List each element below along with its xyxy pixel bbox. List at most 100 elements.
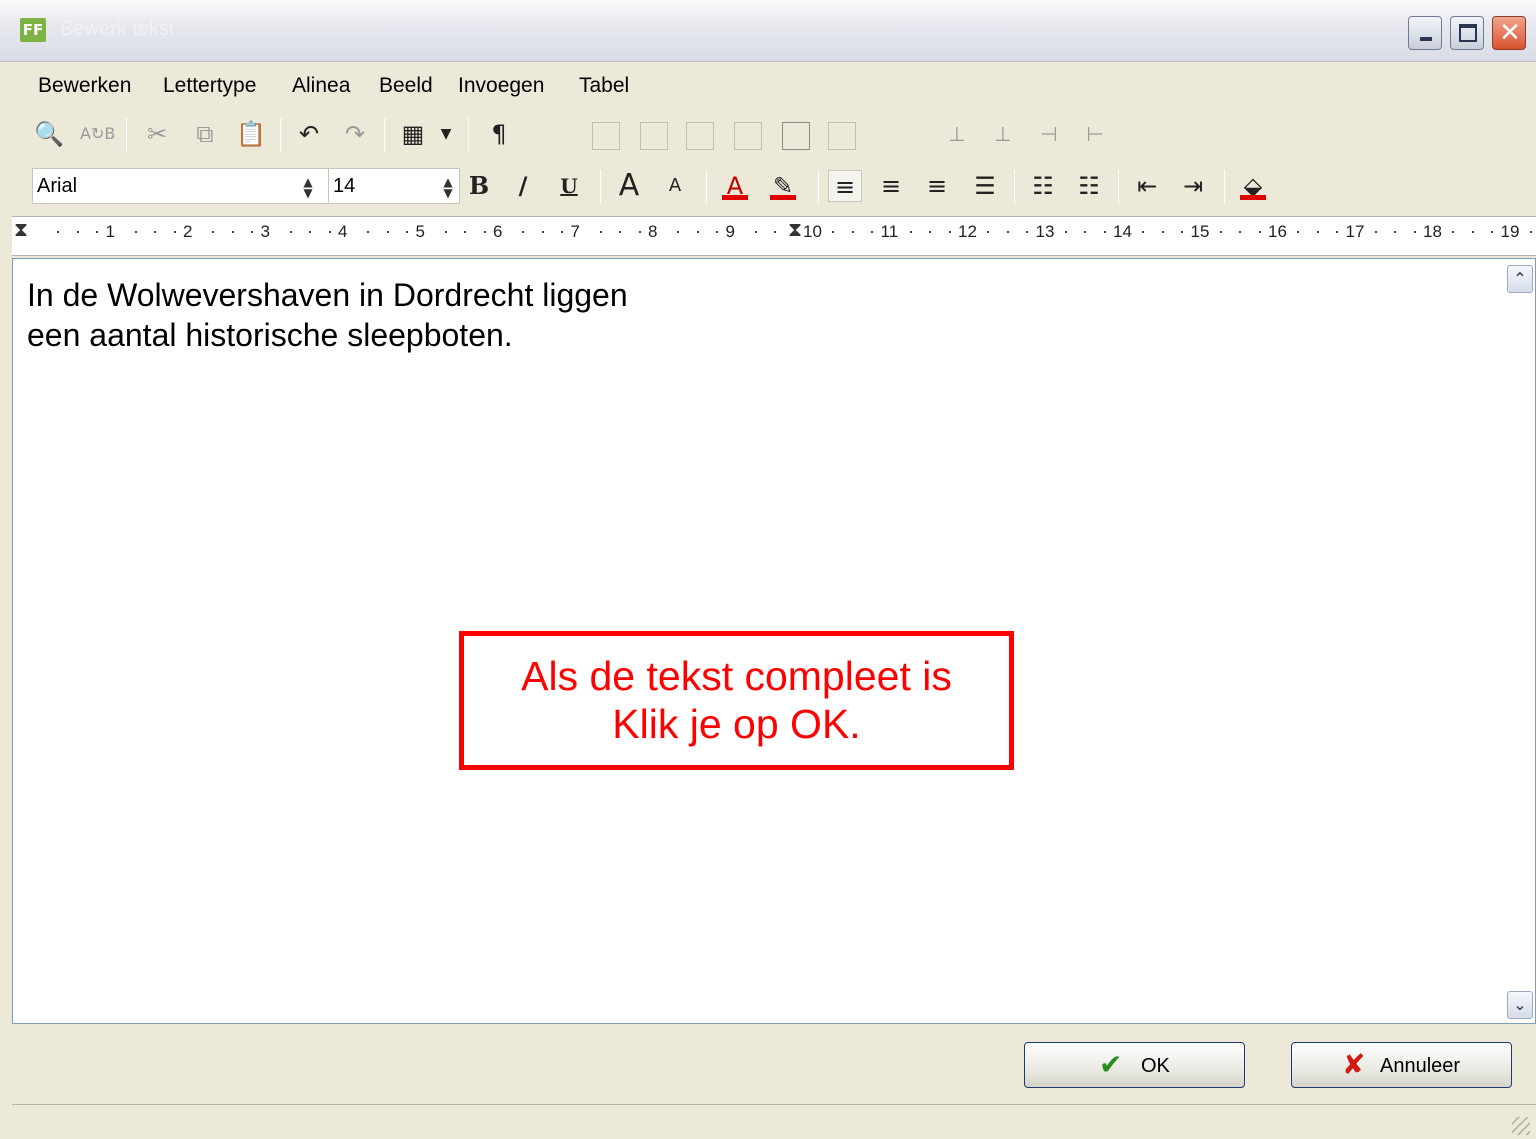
- menu-bar: Bewerken Lettertype Alinea Beeld Invoege…: [12, 66, 1536, 108]
- scroll-down-icon[interactable]: ⌄: [1507, 991, 1533, 1019]
- document-line-1: In de Wolwevershaven in Dordrecht liggen: [27, 277, 628, 313]
- paste-icon[interactable]: 📋: [234, 118, 268, 150]
- highlight-color-bar: [770, 195, 796, 200]
- ruler-number: 18: [1423, 222, 1442, 241]
- toolbar-separator: [706, 170, 707, 204]
- cut-icon[interactable]: ✂: [140, 118, 174, 150]
- underline-button[interactable]: U: [552, 170, 586, 202]
- font-name-select[interactable]: Arial ▲ ▼: [32, 168, 330, 204]
- spin-icon[interactable]: ▲ ▼: [439, 176, 457, 199]
- justify-icon[interactable]: ☰: [968, 170, 1002, 202]
- chevron-down-icon[interactable]: ▼: [436, 118, 456, 150]
- scroll-up-icon[interactable]: ⌃: [1507, 265, 1533, 293]
- fill-color-bar: [1240, 195, 1266, 200]
- font-name-value: Arial: [37, 175, 78, 197]
- decrease-indent-icon[interactable]: ⇤: [1130, 170, 1164, 202]
- shrink-font-icon[interactable]: A: [658, 170, 692, 202]
- ruler-tick: [154, 231, 157, 233]
- menu-bewerken[interactable]: Bewerken: [38, 74, 131, 98]
- insert-column-left-icon[interactable]: ⊣: [1032, 118, 1066, 150]
- ruler-number: 10: [803, 222, 822, 241]
- cancel-button[interactable]: ✘ Annuleer: [1291, 1042, 1512, 1088]
- ruler-number: 3: [260, 222, 270, 241]
- increase-indent-icon[interactable]: ⇥: [1176, 170, 1210, 202]
- ruler-tick: [1142, 231, 1145, 233]
- ok-button[interactable]: ✔ OK: [1024, 1042, 1245, 1088]
- insert-row-above-icon[interactable]: ⊥: [940, 118, 974, 150]
- ruler-tick: [173, 231, 176, 233]
- copy-icon[interactable]: ⧉: [188, 118, 222, 150]
- title-bar[interactable]: FF Bewerk tekst ✕: [0, 0, 1536, 62]
- ruler-tick: [541, 231, 544, 233]
- standard-toolbar: 🔍 A↻B ✂ ⧉ 📋 ↶ ↷ ▦ ▼ ¶ ⊥ ⊥ ⊣ ⊢: [12, 110, 1536, 158]
- bullet-list-icon[interactable]: ☷: [1026, 170, 1060, 202]
- toolbar-separator: [1224, 170, 1225, 204]
- border-icon[interactable]: [734, 122, 762, 150]
- menu-invoegen[interactable]: Invoegen: [458, 74, 544, 98]
- highlight-icon[interactable]: ✎: [766, 170, 800, 202]
- ruler-tick: [1103, 231, 1106, 233]
- insert-row-below-icon[interactable]: ⊥: [986, 118, 1020, 150]
- border-icon[interactable]: [592, 122, 620, 150]
- menu-lettertype[interactable]: Lettertype: [163, 74, 256, 98]
- toolbar-separator: [468, 118, 469, 152]
- menu-beeld[interactable]: Beeld: [379, 74, 433, 98]
- ruler-tick: [386, 231, 389, 233]
- ruler-number: 19: [1500, 222, 1520, 241]
- align-center-icon[interactable]: ≡: [874, 170, 908, 202]
- vertical-scrollbar[interactable]: ⌃ ⌄: [1505, 259, 1535, 1023]
- ruler-number: 7: [570, 222, 580, 241]
- ruler-tick: [1394, 231, 1397, 233]
- menu-alinea[interactable]: Alinea: [292, 74, 350, 98]
- ruler-number: 6: [493, 222, 503, 241]
- ruler-tick: [774, 231, 777, 233]
- resize-grip-icon[interactable]: [1512, 1117, 1530, 1135]
- pilcrow-icon[interactable]: ¶: [482, 118, 516, 150]
- minimize-icon: [1420, 37, 1432, 41]
- right-indent-marker-icon[interactable]: ⧗: [788, 219, 802, 239]
- ruler[interactable]: ⧗ ⧗ 1 2 3 4 5 6 7 8 9 10 11 12 13 14 15 16 17 18 19: [12, 216, 1536, 256]
- ruler-tick: [57, 231, 60, 233]
- italic-button[interactable]: /: [506, 170, 540, 202]
- border-icon[interactable]: [782, 122, 810, 150]
- insert-table-icon[interactable]: ▦: [396, 118, 430, 150]
- align-left-icon[interactable]: ≡: [828, 170, 862, 202]
- redo-icon[interactable]: ↷: [338, 118, 372, 150]
- bold-button[interactable]: B: [462, 170, 496, 202]
- toolbar-separator: [818, 170, 819, 204]
- ruler-tick: [832, 231, 835, 233]
- ruler-tick: [638, 231, 641, 233]
- ruler-number: 9: [725, 222, 735, 241]
- border-icon[interactable]: [686, 122, 714, 150]
- ruler-tick: [677, 231, 680, 233]
- undo-icon[interactable]: ↶: [292, 118, 326, 150]
- align-right-icon[interactable]: ≡: [920, 170, 954, 202]
- numbered-list-icon[interactable]: ☷: [1072, 170, 1106, 202]
- maximize-button[interactable]: [1450, 16, 1484, 50]
- insert-column-right-icon[interactable]: ⊢: [1078, 118, 1112, 150]
- format-toolbar: Arial ▲ ▼ 14 ▲ ▼ B / U A A A ✎ ≡ ≡ ≡ ☰ ☷ ☷…: [12, 162, 1536, 210]
- spin-icon[interactable]: ▲ ▼: [299, 176, 317, 199]
- ruler-tick: [406, 231, 409, 233]
- ruler-tick: [76, 231, 79, 233]
- minimize-button[interactable]: [1408, 16, 1442, 50]
- fill-color-icon[interactable]: ⬙: [1236, 170, 1270, 202]
- ruler-tick: [1258, 231, 1261, 233]
- font-size-select[interactable]: 14 ▲ ▼: [328, 168, 460, 204]
- ruler-number: 17: [1345, 222, 1365, 241]
- ruler-tick: [1161, 231, 1164, 233]
- replace-icon[interactable]: A↻B: [80, 118, 115, 150]
- ruler-tick: [1413, 231, 1416, 233]
- ruler-tick: [1491, 231, 1494, 233]
- border-icon[interactable]: [640, 122, 668, 150]
- close-button[interactable]: ✕: [1492, 16, 1526, 50]
- font-size-value: 14: [333, 175, 356, 197]
- left-indent-marker-icon[interactable]: ⧗: [14, 219, 28, 239]
- find-icon[interactable]: 🔍: [32, 118, 66, 150]
- menu-tabel[interactable]: Tabel: [579, 74, 629, 98]
- ruler-tick: [696, 231, 699, 233]
- toolbar-separator: [1014, 170, 1015, 204]
- grow-font-icon[interactable]: A: [612, 170, 646, 202]
- border-icon[interactable]: [828, 122, 856, 150]
- text-color-icon[interactable]: A: [718, 170, 752, 202]
